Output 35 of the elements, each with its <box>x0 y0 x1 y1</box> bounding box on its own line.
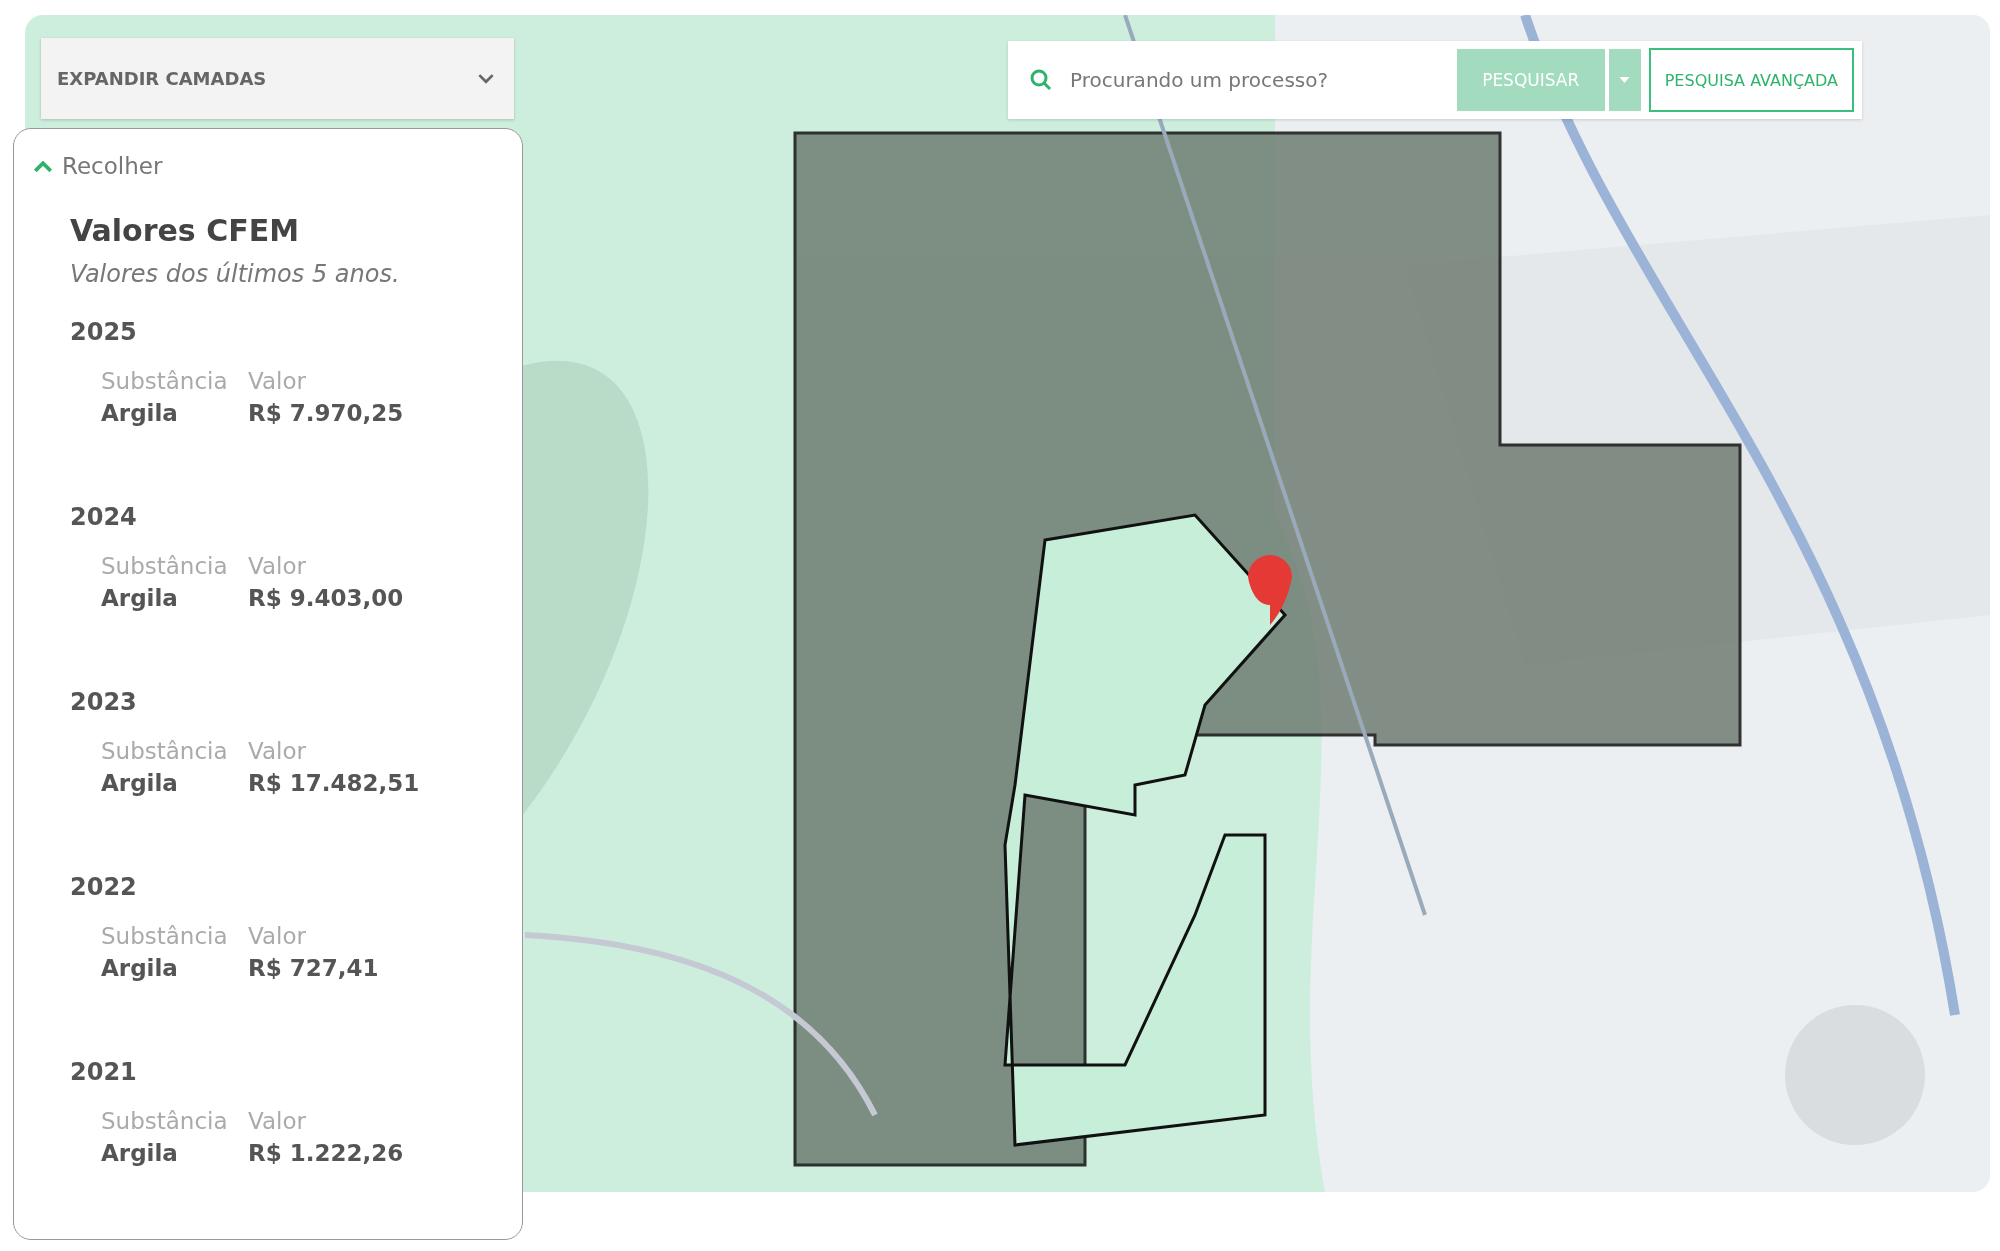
substance-name: Argila <box>101 955 179 981</box>
value-amount: R$ 9.403,00 <box>248 585 405 611</box>
search-options-button[interactable] <box>1608 49 1641 111</box>
panel-title: Valores CFEM <box>70 213 300 248</box>
column-header: Valor <box>248 1108 307 1134</box>
substance-name: Argila <box>101 770 179 796</box>
substance-name: Argila <box>101 400 179 426</box>
collapse-button[interactable]: Recolher <box>34 153 163 179</box>
year-heading: 2023 <box>70 688 138 716</box>
year-heading: 2025 <box>70 318 138 346</box>
year-heading: 2021 <box>70 1058 138 1086</box>
value-amount: R$ 727,41 <box>248 955 380 981</box>
value-amount: R$ 1.222,26 <box>248 1140 405 1166</box>
substance-name: Argila <box>101 585 179 611</box>
column-header: Substância <box>101 923 229 949</box>
column-header: Substância <box>101 553 229 579</box>
advanced-search-button[interactable]: PESQUISA AVANÇADA <box>1648 48 1854 112</box>
column-header: Valor <box>248 368 307 394</box>
column-header: Valor <box>248 738 307 764</box>
year-heading: 2022 <box>70 873 138 901</box>
column-header: Substância <box>101 738 229 764</box>
caret-icon <box>1619 77 1631 83</box>
panel-subtitle: Valores dos últimos 5 anos. <box>70 260 401 288</box>
chevron-up-icon <box>34 160 52 172</box>
value-amount: R$ 17.482,51 <box>248 770 421 796</box>
year-heading: 2024 <box>70 503 138 531</box>
column-header: Valor <box>248 923 307 949</box>
column-header: Valor <box>248 553 307 579</box>
layers-dropdown[interactable]: EXPANDIR CAMADAS <box>41 38 514 119</box>
chevron-down-icon <box>478 73 494 84</box>
column-header: Substância <box>101 368 229 394</box>
substance-name: Argila <box>101 1140 179 1166</box>
column-header: Substância <box>101 1108 229 1134</box>
search-icon <box>1030 69 1052 91</box>
value-amount: R$ 7.970,25 <box>248 400 405 426</box>
